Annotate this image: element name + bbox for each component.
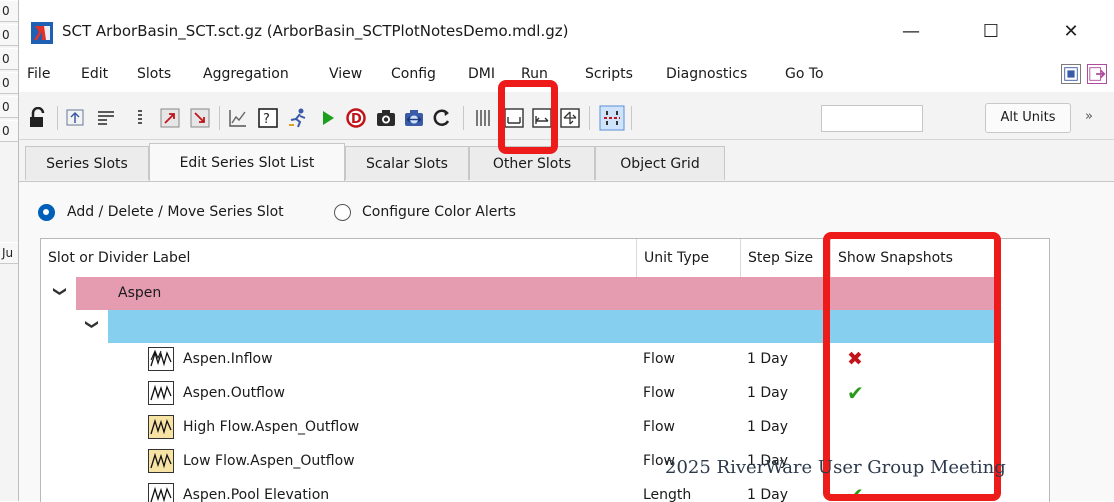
riverware-nav-icon[interactable] (1061, 64, 1081, 84)
menu-go-to[interactable]: Go To (785, 66, 824, 82)
tab-bar: Series Slots Edit Series Slot List Scala… (19, 140, 1114, 181)
series-slot-icon (148, 483, 174, 502)
series-slot-icon (148, 449, 174, 473)
mode-radio-group: Add / Delete / Move Series Slot Configur… (38, 202, 598, 224)
menu-view[interactable]: View (329, 66, 362, 82)
column-header-label[interactable]: Slot or Divider Label (41, 239, 637, 277)
column-header-step-size[interactable]: Step Size (741, 239, 831, 277)
menu-diagnostics[interactable]: Diagnostics (666, 66, 747, 82)
open-slot-icon[interactable] (159, 107, 181, 129)
snapshot-manager-icon[interactable] (403, 107, 425, 129)
menu-bar: File Edit Slots Aggregation View Config … (19, 58, 1114, 92)
grid-lines-icon[interactable] (473, 107, 495, 129)
goto-icon[interactable] (1087, 64, 1107, 84)
slot-label: Low Flow.Aspen_Outflow (183, 453, 355, 469)
sort-slots-icon[interactable] (95, 107, 117, 129)
chevron-down-icon[interactable]: ❯ (52, 286, 67, 297)
menu-dmi[interactable]: DMI (468, 66, 495, 82)
tab-series-slots[interactable]: Series Slots (25, 146, 149, 180)
camera-icon[interactable] (375, 107, 397, 129)
toolbar-overflow-button[interactable]: » (1085, 109, 1093, 124)
minimize-button[interactable]: — (891, 16, 931, 48)
window-title: SCT ArborBasin_SCT.sct.gz (ArborBasin_SC… (62, 22, 569, 40)
slot-label: Aspen.Inflow (183, 351, 273, 367)
slot-unit: Length (643, 487, 692, 502)
close-slot-icon[interactable] (189, 107, 211, 129)
alt-units-button[interactable]: Alt Units (985, 103, 1071, 133)
move-slot-icon[interactable] (65, 107, 87, 129)
plot-icon[interactable] (227, 107, 249, 129)
watermark: 2025 RiverWare User Group Meeting (665, 457, 1006, 478)
radio-configure-color-alerts[interactable] (334, 204, 351, 221)
title-bar: SCT ArborBasin_SCT.sct.gz (ArborBasin_SC… (19, 0, 1114, 58)
menu-edit[interactable]: Edit (81, 66, 108, 82)
menu-scripts[interactable]: Scripts (585, 66, 633, 82)
menu-slots[interactable]: Slots (137, 66, 171, 82)
close-button[interactable]: ✕ (1051, 16, 1091, 48)
series-slot-icon (148, 415, 174, 439)
series-slot-icon (148, 347, 174, 371)
menu-file[interactable]: File (27, 66, 50, 82)
divider-toggle-icon[interactable] (599, 105, 625, 131)
svg-text:D: D (351, 112, 362, 127)
slot-label: Aspen.Outflow (183, 385, 285, 401)
maximize-button[interactable]: ☐ (971, 16, 1011, 48)
toolbar-separator (219, 106, 220, 130)
tab-object-grid[interactable]: Object Grid (595, 146, 725, 180)
toolbar-text-input[interactable] (821, 105, 923, 132)
slot-step: 1 Day (747, 487, 789, 502)
fit-all-icon[interactable] (559, 107, 581, 129)
menu-aggregation[interactable]: Aggregation (203, 66, 289, 82)
slot-step: 1 Day (747, 419, 789, 435)
slot-step: 1 Day (747, 385, 789, 401)
svg-text:?: ? (263, 112, 270, 127)
slot-label: Aspen.Pool Elevation (183, 487, 330, 502)
riverware-app-icon (31, 22, 53, 44)
play-icon[interactable] (317, 107, 339, 129)
slot-step: 1 Day (747, 351, 789, 367)
slot-unit: Flow (643, 385, 675, 401)
toolbar-separator (631, 106, 632, 130)
menu-config[interactable]: Config (391, 66, 436, 82)
divider-label: Aspen (118, 285, 162, 301)
runner-icon[interactable] (287, 107, 309, 129)
slot-dialog-icon[interactable]: ? (257, 107, 279, 129)
refresh-icon[interactable] (431, 107, 453, 129)
toolbar-separator (589, 106, 590, 130)
radio-configure-color-alerts-label[interactable]: Configure Color Alerts (362, 204, 516, 220)
chevron-down-icon[interactable]: ❯ (84, 319, 99, 330)
toolbar: ? D Alt Units » (19, 92, 1114, 140)
column-icon[interactable] (129, 107, 151, 129)
radio-add-delete-move[interactable] (38, 204, 55, 221)
highlight-snapshot-button (498, 80, 558, 154)
tab-scalar-slots[interactable]: Scalar Slots (345, 146, 469, 180)
slot-label: High Flow.Aspen_Outflow (183, 419, 360, 435)
slot-unit: Flow (643, 351, 675, 367)
toolbar-separator (57, 106, 58, 130)
column-header-unit-type[interactable]: Unit Type (637, 239, 741, 277)
tab-edit-series-slot-list[interactable]: Edit Series Slot List (149, 143, 345, 181)
unlock-icon[interactable] (27, 107, 49, 129)
toolbar-separator (463, 106, 464, 130)
series-slot-icon (148, 381, 174, 405)
slot-unit: Flow (643, 419, 675, 435)
stop-run-icon[interactable]: D (345, 107, 367, 129)
radio-add-delete-move-label[interactable]: Add / Delete / Move Series Slot (67, 204, 284, 220)
